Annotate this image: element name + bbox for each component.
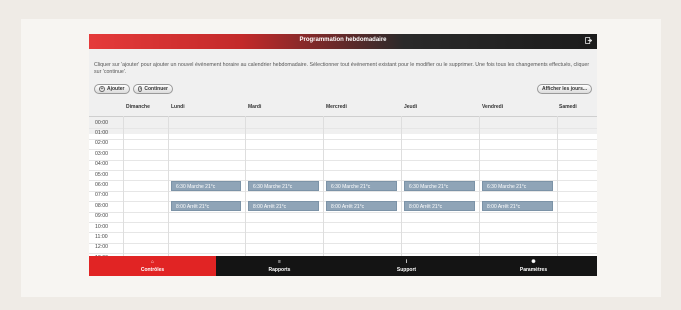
header-divider [89, 116, 597, 117]
day-column-divider [401, 116, 402, 264]
day-header-samedi: Samedi [559, 104, 577, 110]
hour-label: 05:00 [95, 171, 108, 178]
home-icon: ⌂ [150, 259, 155, 265]
hour-label: 04:00 [95, 161, 108, 168]
schedule-event[interactable]: 8:00 Arrêt 21°c [482, 201, 553, 212]
hour-label: 01:00 [95, 129, 108, 136]
hour-label: 06:00 [95, 181, 108, 188]
exit-icon[interactable] [585, 37, 592, 44]
tab-rapports[interactable]: ≡ Rapports [216, 256, 343, 276]
hour-label: 10:00 [95, 223, 108, 230]
hour-label: 09:00 [95, 213, 108, 220]
chart-icon: ≡ [278, 259, 281, 265]
day-column-divider [479, 116, 480, 264]
hour-gridline [89, 128, 597, 130]
hour-label: 07:00 [95, 192, 108, 199]
hour-label: 03:00 [95, 150, 108, 157]
hour-gridline [89, 232, 597, 234]
hour-gridline [89, 242, 597, 244]
schedule-event[interactable]: 8:00 Arrêt 21°c [248, 201, 319, 212]
day-column-divider [168, 116, 169, 264]
tab-label: Rapports [268, 267, 291, 273]
add-button[interactable]: + Ajouter [94, 84, 130, 94]
day-column-divider [245, 116, 246, 264]
bottom-tab-bar: ⌂ Contrôles ≡ Rapports i Support ✺ Paramètres [89, 256, 597, 276]
continue-button[interactable]: › Continuer [133, 84, 173, 94]
schedule-event[interactable]: 6:30 Marche 21°c [326, 180, 397, 191]
hour-label: 08:00 [95, 202, 108, 209]
show-days-button[interactable]: Afficher les jours... [537, 84, 592, 94]
schedule-event[interactable]: 6:30 Marche 21°c [248, 180, 319, 191]
hour-gridline [89, 159, 597, 161]
schedule-event[interactable]: 6:30 Marche 21°c [171, 180, 241, 191]
day-header-vendredi: Vendredi [482, 104, 504, 110]
hour-gridline [89, 190, 597, 192]
tab-support[interactable]: i Support [343, 256, 470, 276]
day-column-divider [123, 116, 124, 264]
day-header-jeudi: Jeudi [404, 104, 418, 110]
plus-icon: + [99, 86, 105, 92]
hour-label: 11:00 [95, 233, 108, 240]
hour-gridline [89, 253, 597, 255]
add-button-label: Ajouter [107, 86, 125, 92]
schedule-event[interactable]: 6:30 Marche 21°c [404, 180, 475, 191]
arrow-icon: › [138, 86, 143, 92]
gear-icon: ✺ [531, 259, 536, 265]
hour-label: 12:00 [95, 244, 108, 251]
tab-parametres[interactable]: ✺ Paramètres [470, 256, 597, 276]
day-header-mercredi: Mercredi [326, 104, 347, 110]
hour-gridline [89, 149, 597, 151]
hour-gridline [89, 138, 597, 140]
show-days-label: Afficher les jours... [542, 86, 588, 92]
thermostat-app: Programmation hebdomadaire Cliquer sur '… [89, 34, 597, 276]
hour-gridline [89, 170, 597, 171]
day-header-lundi: Lundi [171, 104, 185, 110]
schedule-event[interactable]: 8:00 Arrêt 21°c [404, 201, 475, 212]
hour-gridline [89, 211, 597, 213]
day-header-mardi: Mardi [248, 104, 262, 110]
page-title: Programmation hebdomadaire [299, 37, 387, 43]
day-column-divider [557, 116, 558, 264]
continue-button-label: Continuer [144, 86, 168, 92]
hour-label: 02:00 [95, 140, 108, 147]
schedule-event[interactable]: 8:00 Arrêt 21°c [326, 201, 397, 212]
day-column-divider [323, 116, 324, 264]
tab-label: Support [396, 267, 417, 273]
info-icon: i [405, 259, 408, 265]
tab-label: Contrôles [140, 267, 165, 273]
tab-label: Paramètres [519, 267, 548, 273]
instructions-text: Cliquer sur 'ajouter' pour ajouter un no… [94, 62, 590, 75]
day-header-dimanche: Dimanche [126, 104, 150, 110]
tab-controles[interactable]: ⌂ Contrôles [89, 256, 216, 276]
hour-label: 00:00 [95, 119, 108, 126]
title-bar: Programmation hebdomadaire [89, 34, 597, 49]
schedule-event[interactable]: 8:00 Arrêt 21°c [171, 201, 241, 212]
schedule-event[interactable]: 6:30 Marche 21°c [482, 180, 553, 191]
hour-gridline [89, 222, 597, 223]
